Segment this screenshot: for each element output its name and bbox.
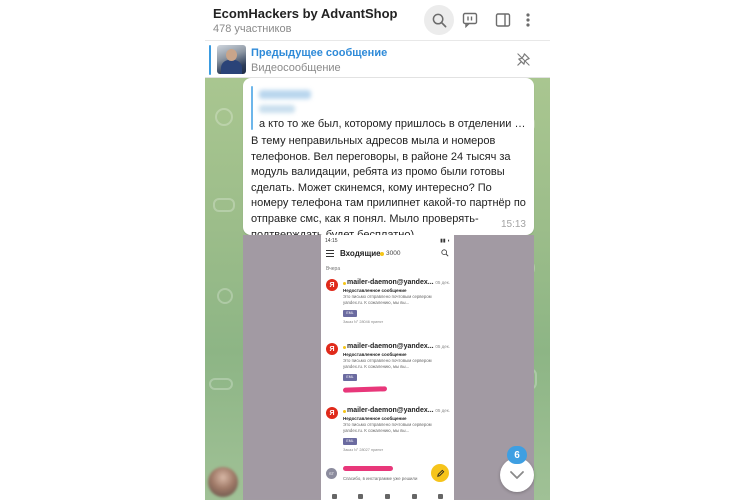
telegram-window: EcomHackers by AdvantShop 478 участников	[205, 0, 550, 500]
mail-subject: Недоставленное сообщение	[343, 352, 407, 357]
mail-preview: Это письмо отправлено почтовым сервером …	[343, 422, 432, 433]
message-bubble[interactable]: а кто то же был, которому пришлось в отд…	[243, 78, 534, 241]
unread-dot	[343, 410, 346, 413]
attachment-icon: EML	[343, 438, 357, 445]
unread-dot	[343, 346, 346, 349]
attachment-name: Заказ N° 28027 принят	[343, 448, 384, 452]
attachment-icon: EML	[343, 374, 357, 381]
mail-app-screenshot[interactable]: 14:15 ▮▮ ◖ Входящие 3000 Вчера Я mailer-…	[321, 235, 454, 500]
unpin-button[interactable]	[516, 52, 531, 72]
more-icon	[526, 13, 530, 27]
hamburger-icon	[326, 250, 334, 259]
attachment-name: Заказ N° 28046 принят	[343, 320, 384, 324]
chat-member-count: 478 участников	[213, 23, 292, 35]
phone-status-time: 14:15	[325, 238, 338, 244]
search-icon	[432, 13, 446, 27]
phone-bottom-bar	[321, 492, 454, 500]
unread-dot	[380, 252, 384, 256]
reply-quote[interactable]: а кто то же был, которому пришлось в отд…	[251, 86, 527, 130]
mail-date: 05 дек.	[435, 344, 450, 349]
chat-header: EcomHackers by AdvantShop 478 участников	[205, 0, 550, 40]
sender-avatar[interactable]	[208, 467, 238, 497]
mail-date: 05 дек.	[435, 408, 450, 413]
yandex-icon: Я	[326, 343, 338, 355]
phone-search-icon	[441, 249, 449, 259]
pinned-message-bar[interactable]: Предыдущее сообщение Видеосообщение	[205, 40, 550, 78]
attachment-icon: EML	[343, 310, 357, 317]
date-label: Вчера	[326, 266, 341, 272]
mail-preview: Спасибо, в инстаграмме уже решили	[343, 476, 418, 481]
yandex-icon: Я	[326, 279, 338, 291]
unread-count-badge: 6	[507, 446, 527, 464]
chevron-down-icon	[510, 471, 524, 479]
comments-button[interactable]	[455, 6, 485, 34]
redaction-mark	[342, 386, 388, 393]
unread-dot	[343, 282, 346, 285]
yandex-icon: Я	[326, 407, 338, 419]
pinned-title: Предыдущее сообщение	[251, 47, 388, 59]
sender-avatar: ST	[326, 468, 337, 479]
reply-text: а кто то же был, которому пришлось в отд…	[259, 118, 527, 130]
mail-preview: Это письмо отправлено почтовым сервером …	[343, 358, 432, 369]
inbox-count: 3000	[386, 250, 401, 257]
more-button[interactable]	[518, 6, 538, 34]
mail-date: 05 дек.	[435, 280, 450, 285]
mail-sender: mailer-daemon@yandex...	[347, 279, 434, 286]
sidebar-toggle-button[interactable]	[488, 6, 518, 34]
reply-accent-bar	[251, 86, 253, 130]
search-button[interactable]	[424, 5, 454, 35]
inbox-title: Входящие	[340, 249, 381, 258]
message-text: В тему неправильных адресов мыла и номер…	[251, 135, 526, 241]
reply-author-redacted	[259, 90, 311, 99]
mail-sender: mailer-daemon@yandex...	[347, 343, 434, 350]
pinned-accent-bar	[209, 45, 211, 75]
message-time: 15:13	[500, 219, 526, 230]
mail-subject: Недоставленное сообщение	[343, 288, 407, 293]
comments-icon	[462, 12, 478, 28]
unpin-icon	[517, 53, 530, 66]
redaction-mark	[343, 466, 393, 471]
mail-sender: mailer-daemon@yandex...	[347, 407, 434, 414]
mail-subject: Недоставленное сообщение	[343, 416, 407, 421]
pinned-thumbnail	[217, 45, 246, 74]
mail-preview: Это письмо отправлено почтовым сервером …	[343, 294, 432, 305]
phone-status-icons: ▮▮ ◖	[440, 238, 450, 244]
reply-meta-redacted	[259, 105, 295, 113]
compose-icon	[431, 464, 449, 482]
pinned-subtitle: Видеосообщение	[251, 62, 341, 74]
chat-title[interactable]: EcomHackers by AdvantShop	[213, 6, 397, 21]
sidebar-icon	[495, 13, 511, 27]
